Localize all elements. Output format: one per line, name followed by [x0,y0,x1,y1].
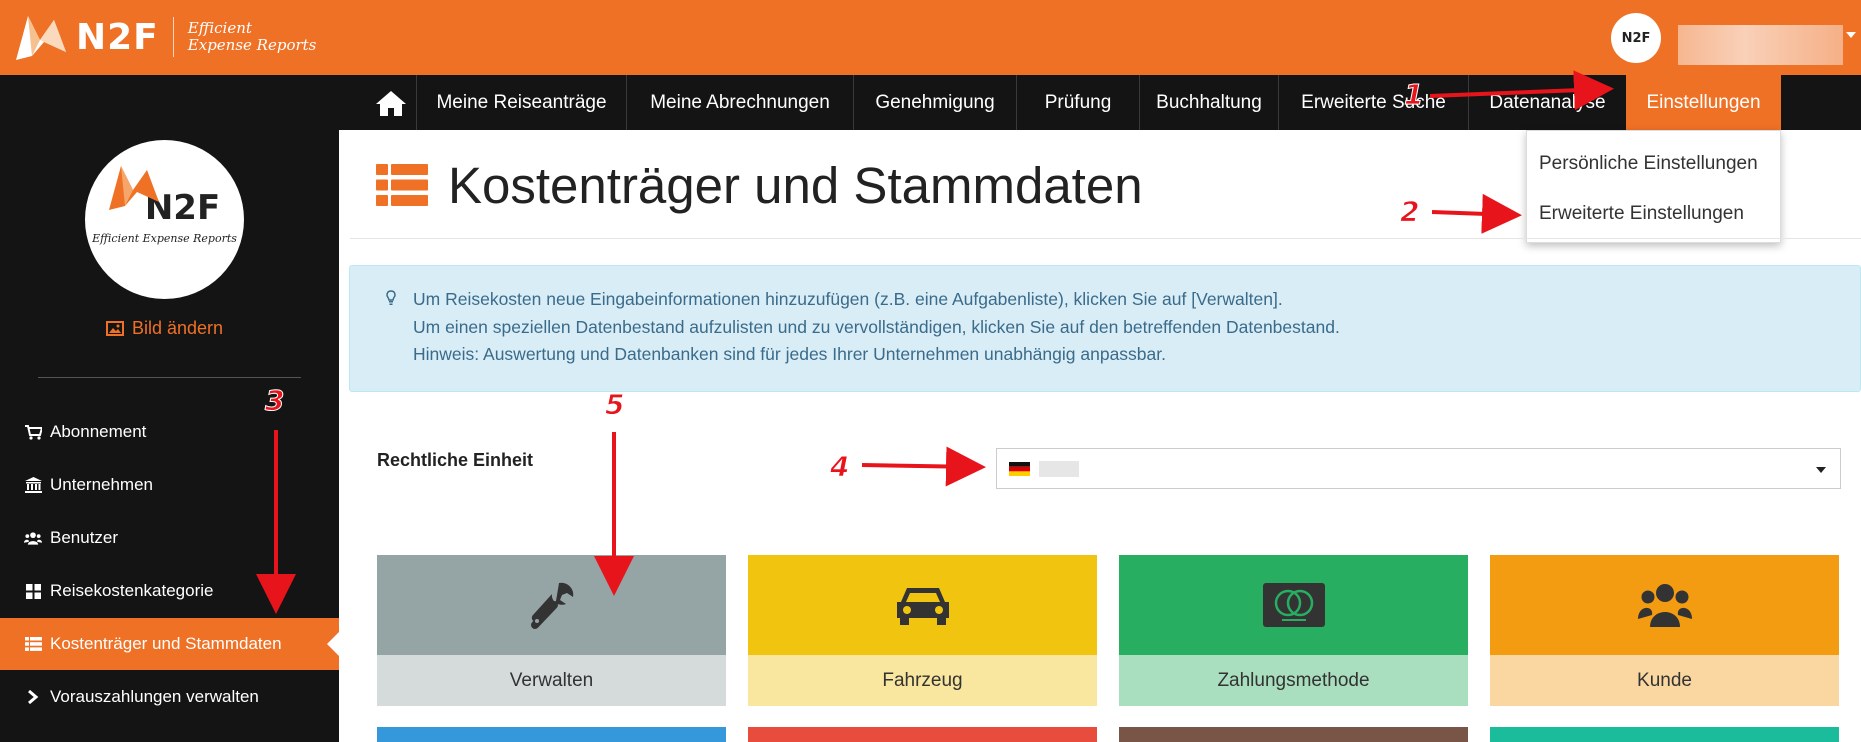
annotation-number-4: 4 [829,450,850,484]
annotation-arrow-2 [1431,193,1522,234]
legal-entity-value-redacted [1039,461,1079,477]
credit-card-icon [1262,583,1325,627]
annotation-number-2: 2 [1399,195,1420,229]
n2f-logo-mark-icon [16,16,66,60]
grid-icon [24,583,42,599]
nav-item-datenanalyse[interactable]: Datenanalyse [1468,75,1626,130]
nav-label: Datenanalyse [1489,91,1606,113]
n2f-logo-mark-icon [109,166,159,210]
logo-tagline-line2: Expense Reports [187,36,317,54]
active-indicator [327,632,339,656]
lightbulb-icon [386,290,396,305]
nav-label: Prüfung [1044,91,1112,113]
nav-label: Einstellungen [1646,91,1761,113]
title-divider [350,238,1861,239]
sidebar-item-label: Vorauszahlungen verwalten [50,687,259,706]
info-line-2: Um einen speziellen Datenbestand aufzuli… [413,317,1340,337]
tile-verwalten[interactable]: Verwalten [377,555,726,706]
users-icon [24,531,42,546]
chevron-down-icon[interactable] [1846,32,1856,38]
tile-label: Kunde [1490,655,1839,706]
logo-tagline-line1: Efficient [187,19,252,37]
nav-label: Meine Reiseanträge [436,91,607,113]
sidebar-item-label: Kostenträger und Stammdaten [50,634,282,653]
tile-partial[interactable] [748,727,1097,742]
image-icon [106,321,124,336]
user-name-redacted[interactable] [1678,25,1843,65]
info-line-3: Hinweis: Auswertung und Datenbanken sind… [413,344,1166,364]
tile-top [377,555,726,655]
nav-label: Meine Abrechnungen [650,91,830,113]
tile-partial[interactable] [1119,727,1468,742]
sidebar-item-unternehmen[interactable]: Unternehmen [0,459,339,511]
bank-icon [24,477,42,493]
info-line-1: Um Reisekosten neue Eingabeinformationen… [413,289,1283,309]
sidebar-item-kostentraeger[interactable]: Kostenträger und Stammdaten [0,618,339,670]
tile-partial[interactable] [1490,727,1839,742]
page-title: Kostenträger und Stammdaten [448,156,1143,214]
tile-zahlungsmethode[interactable]: Zahlungsmethode [1119,555,1468,706]
nav-item-buchhaltung[interactable]: Buchhaltung [1139,75,1278,130]
chevron-down-icon [1816,467,1826,473]
tile-top [1490,555,1839,655]
list-icon [24,637,42,651]
nav-item-erweiterte-suche[interactable]: Erweiterte Suche [1278,75,1468,130]
user-avatar[interactable]: N2F [1611,13,1661,63]
sidebar-item-reisekostenkategorie[interactable]: Reisekostenkategorie [0,565,339,617]
logo-divider [172,17,174,57]
brand-logo[interactable]: N2F Efficient Expense Reports [14,10,344,64]
annotation-arrow-4 [861,446,986,487]
nav-label: Genehmigung [875,91,995,113]
page-header: Kostenträger und Stammdaten [376,150,1143,220]
dropdown-item-persoenliche[interactable]: Persönliche Einstellungen [1539,153,1758,175]
legal-entity-select[interactable] [996,448,1841,489]
sidebar-item-vorauszahlungen[interactable]: Vorauszahlungen verwalten [0,671,339,723]
change-image-link[interactable]: Bild ändern [106,318,223,339]
sidebar-item-benutzer[interactable]: Benutzer [0,512,339,564]
nav-home[interactable] [366,75,416,130]
chevron-right-icon [24,690,42,704]
nav-item-genehmigung[interactable]: Genehmigung [853,75,1016,130]
car-icon [896,588,949,625]
nav-label: Buchhaltung [1156,91,1262,113]
annotation-number-5: 5 [604,388,625,422]
logo-tagline: Efficient Expense Reports [188,20,317,54]
tile-top [748,555,1097,655]
list-icon [376,164,428,206]
avatar-text: N2F [1621,30,1651,46]
nav-item-reiseantraege[interactable]: Meine Reiseanträge [416,75,626,130]
annotation-number-3: 3 [264,384,285,418]
info-alert: Um Reisekosten neue Eingabeinformationen… [349,265,1861,392]
legal-entity-label: Rechtliche Einheit [377,450,534,470]
tile-label: Zahlungsmethode [1119,655,1468,706]
sidebar-item-label: Abonnement [50,422,147,441]
nav-item-abrechnungen[interactable]: Meine Abrechnungen [626,75,853,130]
home-icon [376,90,406,116]
tile-fahrzeug[interactable]: Fahrzeug [748,555,1097,706]
annotation-number-1: 1 [1403,78,1424,112]
cart-icon [24,424,42,440]
tile-top [1119,555,1468,655]
nav-item-einstellungen[interactable]: Einstellungen [1626,75,1781,130]
germany-flag-icon [1009,462,1030,476]
dropdown-item-erweiterte[interactable]: Erweiterte Einstellungen [1539,203,1744,225]
logo-text: N2F [76,16,159,58]
tile-label: Verwalten [377,655,726,706]
users-icon [1637,584,1692,627]
settings-dropdown: Persönliche Einstellungen Erweiterte Ein… [1526,130,1781,243]
tile-partial[interactable] [377,727,726,742]
wrench-icon [530,582,573,629]
sidebar-divider [38,377,301,378]
company-logo: N2F Efficient Expense Reports [85,140,244,299]
sidebar-item-label: Benutzer [50,528,119,547]
sidebar-item-label: Unternehmen [50,475,154,494]
sidebar-item-label: Reisekostenkategorie [50,581,214,600]
sidebar-item-abonnement[interactable]: Abonnement [0,406,339,458]
change-image-label: Bild ändern [132,318,224,338]
nav-label: Erweiterte Suche [1301,91,1446,113]
tile-label: Fahrzeug [748,655,1097,706]
nav-item-pruefung[interactable]: Prüfung [1016,75,1139,130]
tile-kunde[interactable]: Kunde [1490,555,1839,706]
company-logo-tagline: Efficient Expense Reports [92,232,237,245]
